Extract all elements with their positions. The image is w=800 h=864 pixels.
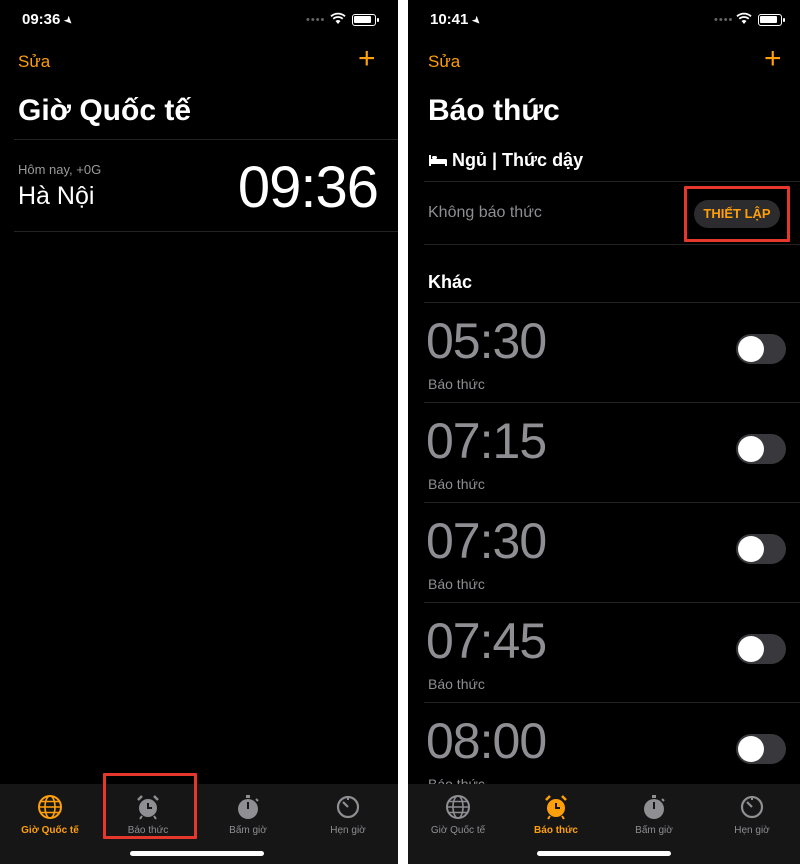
status-bar: 09:36➤ ••••	[0, 10, 398, 30]
toggle-knob	[738, 536, 764, 562]
add-button[interactable]: +	[764, 44, 782, 74]
location-arrow-icon: ➤	[61, 13, 77, 29]
timer-icon	[336, 795, 360, 819]
alarm-time: 08:00	[426, 713, 547, 769]
tab-timer[interactable]: Hẹn giờ	[302, 794, 394, 836]
stopwatch-icon	[238, 795, 259, 819]
page-title: Báo thức	[428, 94, 560, 127]
toggle-knob	[738, 736, 764, 762]
divider	[14, 231, 398, 232]
tab-label: Báo thức	[534, 825, 578, 836]
tab-timer[interactable]: Hẹn giờ	[706, 794, 798, 836]
tab-label: Bấm giờ	[635, 825, 673, 836]
divider	[424, 602, 800, 603]
add-button[interactable]: +	[358, 44, 376, 74]
clock-time: 09:36	[237, 155, 379, 220]
home-indicator[interactable]	[130, 851, 264, 856]
alarm-toggle[interactable]	[736, 734, 786, 764]
page-title: Giờ Quốc tế	[18, 94, 192, 127]
divider	[424, 302, 800, 303]
tab-world-clock[interactable]: Giờ Quốc tế	[412, 794, 504, 836]
alarm-time: 07:30	[426, 513, 547, 569]
status-time: 10:41➤	[430, 11, 485, 29]
tab-label: Hẹn giờ	[734, 825, 770, 836]
globe-icon	[38, 795, 62, 819]
tab-stopwatch[interactable]: Bấm giờ	[608, 794, 700, 836]
sleep-title: Ngủ | Thức dậy	[452, 150, 584, 170]
divider	[14, 139, 398, 140]
alarm-label: Báo thức	[428, 376, 485, 392]
wifi-icon	[330, 12, 346, 24]
tab-alarm[interactable]: Báo thức	[510, 794, 602, 836]
alarm-label: Báo thức	[428, 476, 485, 492]
section-title: Khác	[428, 272, 473, 292]
alarm-row[interactable]: 07:30 Báo thức	[408, 504, 800, 604]
sleep-header: Ngủ | Thức dậy	[428, 150, 583, 171]
alarm-clock-icon	[545, 795, 567, 820]
divider	[424, 702, 800, 703]
tab-label: Bấm giờ	[229, 825, 267, 836]
tab-label: Hẹn giờ	[330, 825, 366, 836]
tab-label: Giờ Quốc tế	[430, 825, 486, 836]
clock-city-name: Hà Nội	[18, 182, 95, 210]
alarm-time: 07:15	[426, 413, 547, 469]
stopwatch-icon	[644, 795, 665, 819]
wifi-icon	[736, 12, 752, 24]
signal-icon: ••••	[714, 14, 734, 26]
alarm-time: 07:45	[426, 613, 547, 669]
toggle-knob	[738, 436, 764, 462]
highlight-box	[684, 186, 790, 242]
alarm-time: 05:30	[426, 313, 547, 369]
divider	[424, 181, 800, 182]
tab-label: Giờ Quốc tế	[21, 825, 79, 836]
edit-button[interactable]: Sửa	[18, 52, 50, 72]
toggle-knob	[738, 336, 764, 362]
alarm-screen: 10:41➤ •••• Sửa + Báo thức Ngủ | Thức dậ…	[408, 0, 800, 864]
status-bar: 10:41➤ ••••	[408, 10, 800, 30]
alarm-toggle[interactable]	[736, 634, 786, 664]
home-indicator[interactable]	[537, 851, 671, 856]
bed-icon	[429, 155, 447, 166]
timer-icon	[740, 795, 764, 819]
no-alarm-text: Không báo thức	[428, 204, 542, 221]
globe-icon	[446, 795, 470, 819]
battery-icon	[758, 14, 785, 26]
alarm-toggle[interactable]	[736, 434, 786, 464]
signal-icon: ••••	[306, 14, 326, 26]
clock-offset-label: Hôm nay, +0G	[18, 162, 102, 177]
tab-bar: Giờ Quốc tế Báo thức Bấm giờ Hẹn giờ	[0, 784, 398, 864]
alarm-label: Báo thức	[428, 676, 485, 692]
edit-button[interactable]: Sửa	[428, 52, 460, 72]
divider	[424, 402, 800, 403]
divider	[424, 502, 800, 503]
battery-icon	[352, 14, 379, 26]
location-arrow-icon: ➤	[469, 13, 485, 29]
alarm-toggle[interactable]	[736, 334, 786, 364]
highlight-box	[103, 773, 197, 839]
status-time: 09:36➤	[22, 11, 77, 29]
tab-stopwatch[interactable]: Bấm giờ	[202, 794, 294, 836]
alarm-row[interactable]: 07:45 Báo thức	[408, 604, 800, 704]
world-clock-screen: 09:36➤ •••• Sửa + Giờ Quốc tế Hôm nay, +…	[0, 0, 398, 864]
tab-world-clock[interactable]: Giờ Quốc tế	[4, 794, 96, 836]
divider	[424, 244, 800, 245]
alarm-row[interactable]: 05:30 Báo thức	[408, 304, 800, 404]
alarm-toggle[interactable]	[736, 534, 786, 564]
toggle-knob	[738, 636, 764, 662]
tab-bar: Giờ Quốc tế Báo thức Bấm giờ Hẹn giờ	[408, 784, 800, 864]
alarm-row[interactable]: 07:15 Báo thức	[408, 404, 800, 504]
alarm-label: Báo thức	[428, 576, 485, 592]
